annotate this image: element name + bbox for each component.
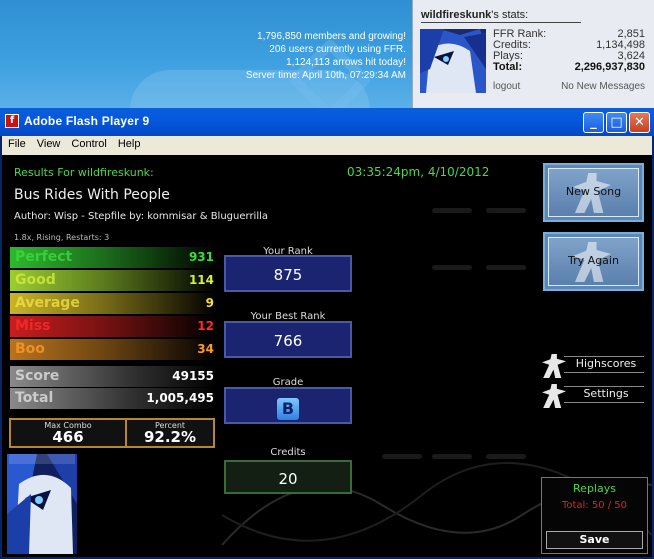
judgement-average: Average 9: [10, 293, 216, 314]
total-value: 1,005,495: [146, 391, 214, 405]
judgement-good: Good 114: [10, 270, 216, 291]
stat-label: Total:: [493, 61, 523, 73]
your-rank-box: 875: [224, 255, 352, 292]
results-header: Results For wildfireskunk:: [14, 166, 154, 179]
save-button[interactable]: Save: [546, 531, 643, 549]
replays-panel: Replays Total: 50 / 50 Save: [541, 477, 648, 554]
dancer-icon: [542, 354, 566, 378]
username[interactable]: wildfireskunk: [421, 9, 491, 21]
total-label: Total: [15, 390, 54, 406]
server-time: Server time: April 10th, 07:29:34 AM: [245, 70, 406, 81]
song-author: Author: Wisp - Stepfile by: kommisar & B…: [14, 211, 269, 222]
play-options: 1.8x, Rising, Restarts: 3: [14, 233, 110, 242]
score-label: Score: [15, 368, 60, 384]
menu-view[interactable]: View: [31, 136, 66, 150]
replays-total: Total: 50 / 50: [561, 500, 628, 511]
score-value: 49155: [172, 369, 214, 383]
judgement-label: Boo: [15, 341, 45, 357]
judgement-label: Good: [15, 272, 56, 288]
judgement-value: 12: [197, 319, 214, 333]
maximize-button[interactable]: □: [606, 112, 627, 133]
game-results-screen: Results For wildfireskunk: 03:35:24pm, 4…: [2, 155, 652, 557]
users-online: 206 users currently using FFR.: [269, 44, 406, 55]
combo-percent-box: Max Combo 466 Percent 92.2%: [9, 418, 215, 448]
judgement-perfect: Perfect 931: [10, 247, 216, 268]
credits-value: 20: [278, 470, 298, 488]
flash-player-window: f Adobe Flash Player 9 _ □ ✕ File View Con…: [0, 108, 654, 559]
title-suffix: 's stats:: [491, 9, 529, 21]
results-datetime: 03:35:24pm, 4/10/2012: [347, 165, 490, 179]
judgement-value: 931: [188, 250, 214, 264]
try-again-button[interactable]: Try Again: [543, 232, 644, 291]
judgement-label: Perfect: [15, 249, 73, 265]
best-rank-box: 766: [224, 321, 352, 358]
background-dash: [432, 454, 472, 459]
score-row: Score 49155: [10, 366, 216, 387]
judgement-label: Average: [15, 295, 80, 311]
user-links: logout No New Messages: [493, 81, 645, 92]
background-dash: [486, 454, 526, 459]
credits-box: 20: [224, 460, 352, 494]
user-stats-panel: wildfireskunk's stats: FFR Rank: 2,851 Cr…: [412, 0, 654, 108]
stat-total: Total: 2,296,937,830: [493, 62, 645, 73]
site-stats: 1,796,850 members and growing! 206 users…: [246, 30, 406, 82]
skunk-avatar-icon: [420, 29, 486, 93]
window-title: Adobe Flash Player 9: [24, 114, 150, 128]
stat-value: 2,296,937,830: [574, 61, 645, 73]
try-again-label: Try Again: [568, 254, 619, 267]
percent-value: 92.2%: [143, 428, 197, 446]
members-count: 1,796,850 members and growing!: [257, 31, 406, 42]
minimize-button[interactable]: _: [583, 112, 604, 133]
close-button[interactable]: ✕: [629, 112, 650, 133]
grade-value: B: [277, 398, 299, 420]
background-dash: [382, 454, 422, 459]
new-song-label: New Song: [565, 185, 622, 198]
messages-link[interactable]: No New Messages: [561, 81, 645, 92]
background-dash: [432, 208, 472, 213]
menu-file[interactable]: File: [2, 136, 31, 150]
background-dash: [432, 265, 472, 270]
max-combo: Max Combo 466: [11, 420, 125, 446]
dancer-icon: [542, 384, 566, 408]
logout-link[interactable]: logout: [493, 81, 520, 92]
new-song-button[interactable]: New Song: [543, 163, 644, 222]
menu-help[interactable]: Help: [112, 136, 146, 150]
judgement-boo: Boo 34: [10, 339, 216, 360]
screen: 1,796,850 members and growing! 206 users…: [0, 0, 654, 559]
background-dash: [486, 208, 526, 213]
highscores-button[interactable]: Highscores: [542, 354, 645, 378]
user-stats-title: wildfireskunk's stats:: [421, 9, 581, 23]
avatar[interactable]: [420, 29, 486, 93]
best-rank-value: 766: [273, 332, 303, 350]
highscores-label: Highscores: [575, 357, 637, 370]
song-title: Bus Rides With People: [14, 187, 170, 203]
your-rank-value: 875: [273, 266, 303, 284]
judgement-value: 34: [197, 342, 214, 356]
background-dash: [486, 265, 526, 270]
user-stats-list: FFR Rank: 2,851 Credits: 1,134,498 Plays: 3…: [493, 29, 645, 73]
percent: Percent 92.2%: [127, 420, 213, 446]
menu-control[interactable]: Control: [65, 136, 111, 150]
menu-bar: File View Control Help: [2, 136, 652, 155]
max-combo-value: 466: [52, 428, 84, 446]
judgement-value: 114: [188, 273, 214, 287]
skunk-avatar-icon: [7, 454, 77, 554]
total-row: Total 1,005,495: [10, 388, 216, 409]
settings-button[interactable]: Settings: [542, 384, 645, 408]
settings-label: Settings: [583, 387, 629, 400]
arrows-hit: 1,124,113 arrows hit today!: [286, 57, 406, 68]
replays-title: Replays: [573, 482, 616, 495]
judgement-value: 9: [205, 296, 214, 310]
player-avatar: [7, 454, 77, 554]
judgement-miss: Miss 12: [10, 316, 216, 337]
judgement-label: Miss: [15, 318, 51, 334]
window-titlebar[interactable]: f Adobe Flash Player 9 _ □ ✕: [0, 108, 654, 136]
credits-label: Credits: [270, 447, 306, 458]
flash-app-icon[interactable]: f: [5, 114, 19, 128]
